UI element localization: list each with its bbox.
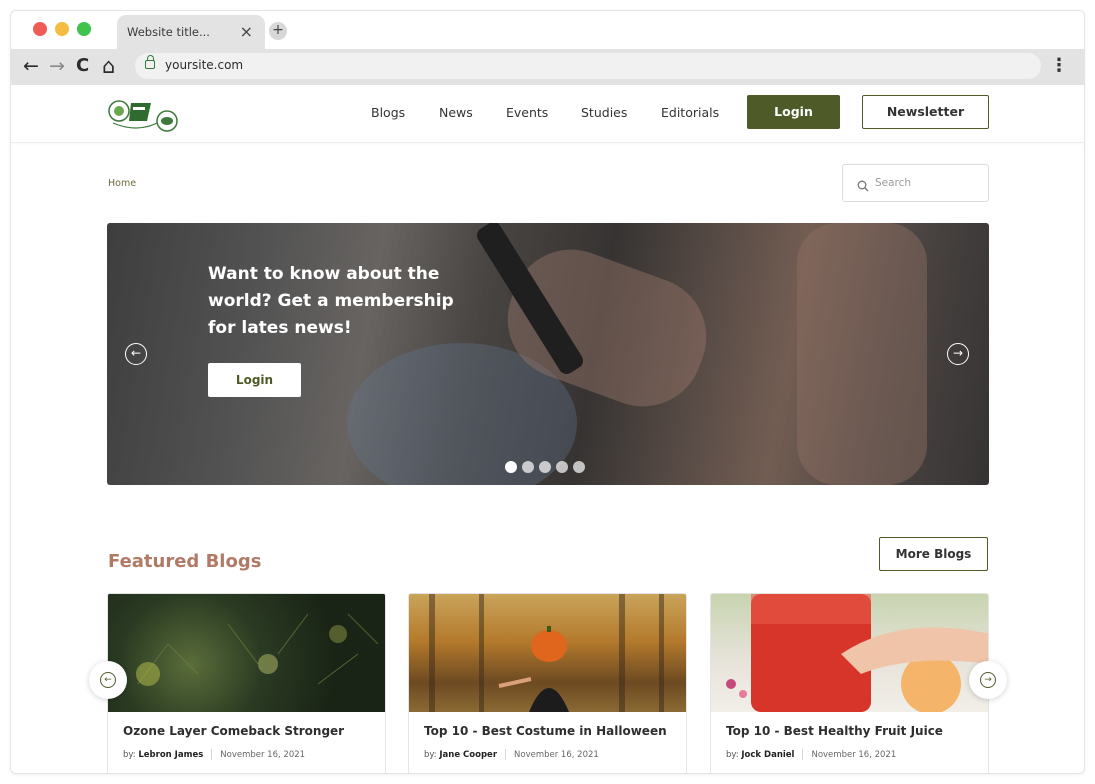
meta-divider [211, 749, 213, 760]
tab-title: Website title... [127, 25, 210, 39]
blog-card-title[interactable]: Top 10 - Best Costume in Halloween [424, 724, 667, 738]
blog-card-image [108, 594, 385, 712]
hero-dot[interactable] [556, 461, 568, 473]
home-icon[interactable]: ⌂ [102, 54, 115, 78]
browser-tab[interactable]: Website title... × [117, 15, 265, 49]
search-icon [857, 177, 869, 192]
browser-window: Website title... × + ← → C ⌂ yoursite.co… [10, 10, 1085, 774]
minimize-window-button[interactable] [55, 22, 69, 36]
blog-card-image [409, 594, 686, 712]
search-placeholder: Search [875, 177, 912, 189]
carousel-prev-button[interactable]: ← [89, 661, 127, 699]
meta-divider [505, 749, 507, 760]
hero-login-button[interactable]: Login [208, 363, 301, 397]
more-blogs-button[interactable]: More Blogs [879, 537, 988, 571]
tab-close-icon[interactable]: × [240, 22, 253, 41]
nav-studies[interactable]: Studies [581, 105, 627, 120]
blog-card-title[interactable]: Ozone Layer Comeback Stronger [123, 724, 344, 738]
blog-card-date: November 16, 2021 [220, 750, 306, 760]
nav-editorials[interactable]: Editorials [661, 105, 719, 120]
blog-card[interactable]: Top 10 - Best Healthy Fruit Juice by: Jo… [710, 593, 989, 773]
arrow-right-icon: → [980, 672, 996, 688]
carousel-next-button[interactable]: → [969, 661, 1007, 699]
browser-toolbar: ← → C ⌂ yoursite.com ⋮ [11, 49, 1084, 85]
url-text: yoursite.com [165, 58, 244, 72]
website: Blogs News Events Studies Editorials Log… [11, 85, 1084, 773]
hero-banner: Want to know about the world? Get a memb… [107, 223, 989, 485]
newsletter-button[interactable]: Newsletter [862, 95, 989, 129]
hero-dot[interactable] [539, 461, 551, 473]
featured-blogs-title: Featured Blogs [108, 551, 262, 572]
close-window-button[interactable] [33, 22, 47, 36]
reload-icon[interactable]: C [76, 54, 89, 78]
tab-strip: Website title... × + [11, 11, 1084, 49]
site-header: Blogs News Events Studies Editorials Log… [11, 85, 1084, 143]
hero-headline: Want to know about the world? Get a memb… [208, 264, 454, 338]
meta-divider [802, 749, 804, 760]
blog-card-image [711, 594, 988, 712]
maximize-window-button[interactable] [77, 22, 91, 36]
site-logo[interactable] [107, 97, 181, 133]
blog-card-title[interactable]: Top 10 - Best Healthy Fruit Juice [726, 724, 943, 738]
hero-next-arrow-icon[interactable]: → [947, 343, 969, 365]
nav-blogs[interactable]: Blogs [371, 105, 405, 120]
blog-card-date: November 16, 2021 [514, 750, 599, 760]
lock-icon [145, 55, 155, 69]
hero-pagination [505, 458, 590, 477]
arrow-left-icon: ← [100, 672, 116, 688]
new-tab-button[interactable]: + [269, 22, 287, 40]
blog-card[interactable]: Ozone Layer Comeback Stronger by: Lebron… [107, 593, 386, 773]
hero-prev-arrow-icon[interactable]: ← [125, 343, 147, 365]
forward-arrow-icon[interactable]: → [49, 54, 65, 78]
breadcrumb-home[interactable]: Home [108, 178, 136, 189]
by-label: by: [123, 750, 136, 760]
blog-card-date: November 16, 2021 [811, 750, 897, 760]
hero-dot[interactable] [573, 461, 585, 473]
blog-card-meta: by: Lebron James November 16, 2021 [123, 749, 305, 760]
by-label: by: [424, 750, 437, 760]
nav-events[interactable]: Events [506, 105, 548, 120]
blog-card-meta: by: Jock Daniel November 16, 2021 [726, 749, 896, 760]
blog-card[interactable]: Top 10 - Best Costume in Halloween by: J… [408, 593, 687, 773]
blog-card-author: Lebron James [138, 750, 204, 760]
browser-menu-icon[interactable]: ⋮ [1050, 55, 1068, 76]
blog-card-author: Jock Daniel [741, 750, 795, 760]
blog-card-author: Jane Cooper [439, 750, 498, 760]
login-button[interactable]: Login [747, 95, 840, 129]
search-input[interactable]: Search [842, 164, 989, 202]
hero-dot[interactable] [505, 461, 517, 473]
back-arrow-icon[interactable]: ← [23, 54, 39, 78]
by-label: by: [726, 750, 739, 760]
address-bar[interactable]: yoursite.com [135, 53, 1041, 79]
nav-news[interactable]: News [439, 105, 473, 120]
hero-dot[interactable] [522, 461, 534, 473]
blog-card-meta: by: Jane Cooper November 16, 2021 [424, 749, 599, 760]
